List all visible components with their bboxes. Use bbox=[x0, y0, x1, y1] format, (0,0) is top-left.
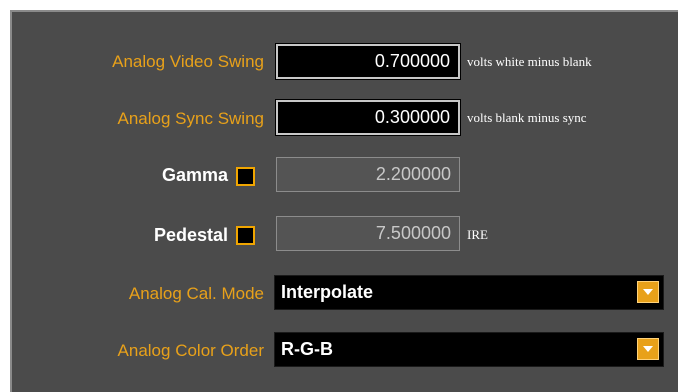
pedestal-label: Pedestal bbox=[153, 225, 228, 245]
gamma-input[interactable]: 2.200000 bbox=[276, 157, 460, 192]
pedestal-input[interactable]: 7.500000 bbox=[276, 216, 460, 251]
analog-video-swing-unit: volts white minus blank bbox=[467, 54, 592, 69]
gamma-checkbox[interactable] bbox=[236, 167, 255, 186]
analog-cal-mode-select[interactable]: Interpolate bbox=[274, 275, 664, 310]
analog-sync-swing-unit: volts blank minus sync bbox=[467, 110, 587, 125]
chevron-down-icon[interactable] bbox=[637, 281, 659, 303]
analog-video-swing-label: Analog Video Swing bbox=[112, 52, 264, 71]
analog-sync-swing-label: Analog Sync Swing bbox=[117, 109, 264, 128]
analog-color-order-select[interactable]: R-G-B bbox=[274, 332, 664, 367]
analog-color-order-value: R-G-B bbox=[281, 339, 333, 359]
analog-video-swing-input[interactable]: 0.700000 bbox=[275, 43, 461, 80]
pedestal-unit: IRE bbox=[467, 227, 488, 242]
gamma-label: Gamma bbox=[161, 165, 228, 185]
analog-sync-swing-input[interactable]: 0.300000 bbox=[275, 99, 461, 136]
chevron-down-icon[interactable] bbox=[637, 338, 659, 360]
pedestal-checkbox[interactable] bbox=[236, 226, 255, 245]
analog-color-order-label: Analog Color Order bbox=[117, 341, 264, 360]
analog-cal-mode-value: Interpolate bbox=[281, 282, 374, 302]
analog-cal-mode-label: Analog Cal. Mode bbox=[128, 284, 264, 303]
